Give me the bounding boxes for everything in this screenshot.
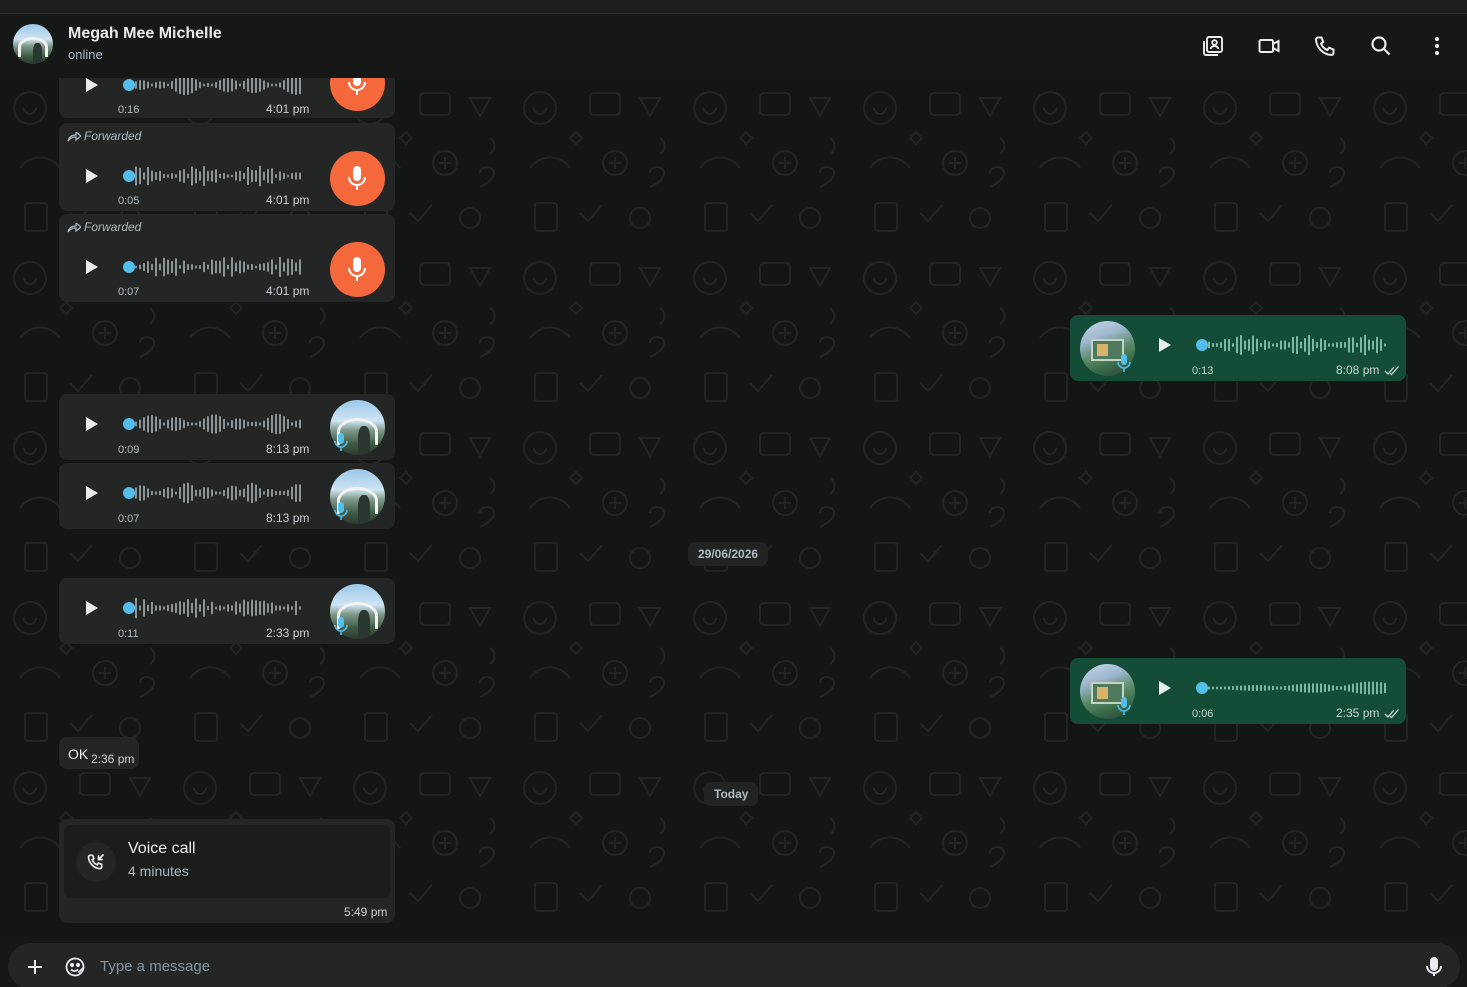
voice-duration: 0:07: [118, 513, 140, 525]
forwarded-text: Forwarded: [84, 129, 142, 143]
voice-message-outgoing[interactable]: 0:13 8:08 pm: [1070, 315, 1406, 381]
search-icon[interactable]: [1369, 34, 1393, 58]
voice-message-incoming[interactable]: 0:16 4:01 pm: [59, 78, 395, 118]
contact-gallery-icon[interactable]: [1201, 34, 1225, 58]
audio-waveform[interactable]: [135, 164, 305, 188]
playback-position-dot[interactable]: [123, 418, 135, 430]
playback-position-dot[interactable]: [1196, 339, 1208, 351]
message-list[interactable]: 0:16 4:01 pm Forwarded 0:05 4:01 pm Forw…: [0, 78, 1467, 938]
microphone-icon: [334, 617, 348, 635]
message-composer[interactable]: [8, 943, 1460, 987]
voice-note-mic-avatar: [330, 242, 385, 297]
play-icon[interactable]: [1154, 335, 1174, 355]
microphone-icon: [1117, 697, 1131, 715]
plus-icon[interactable]: [23, 955, 47, 979]
voice-message-incoming[interactable]: 0:09 8:13 pm: [59, 394, 395, 460]
sticker-icon[interactable]: [63, 955, 87, 979]
message-time: 8:13 pm: [266, 442, 310, 456]
text-message-incoming[interactable]: OK 2:36 pm: [59, 737, 139, 769]
play-icon[interactable]: [81, 598, 101, 618]
forwarded-icon: [67, 130, 82, 142]
forwarded-text: Forwarded: [84, 220, 142, 234]
date-separator: Today: [704, 782, 759, 806]
chat-header[interactable]: Megah Mee Michelle online: [0, 14, 1467, 78]
call-title: Voice call: [128, 840, 196, 857]
message-time: 2:33 pm: [266, 626, 310, 640]
forwarded-label: Forwarded: [67, 129, 141, 143]
message-input[interactable]: [100, 953, 1400, 979]
contact-status: online: [68, 47, 103, 62]
microphone-icon: [348, 166, 366, 190]
window-top-edge: [0, 0, 1467, 14]
message-time: 8:13 pm: [266, 511, 310, 525]
audio-waveform[interactable]: [1208, 676, 1388, 700]
microphone-icon: [334, 433, 348, 451]
playback-position-dot[interactable]: [123, 487, 135, 499]
double-check-icon: [1384, 366, 1399, 376]
double-check-icon: [1384, 709, 1399, 719]
microphone-icon: [1117, 354, 1131, 372]
playback-position-dot[interactable]: [1196, 682, 1208, 694]
audio-waveform[interactable]: [135, 596, 305, 620]
message-time: 4:01 pm: [266, 102, 310, 116]
voice-duration: 0:16: [118, 104, 140, 116]
forwarded-icon: [67, 221, 82, 233]
voice-duration: 0:07: [118, 286, 140, 298]
voice-duration: 0:05: [118, 195, 140, 207]
message-time: 4:01 pm: [266, 193, 310, 207]
call-log-message[interactable]: Voice call 4 minutes 5:49 pm: [59, 819, 395, 923]
voice-message-incoming[interactable]: 0:11 2:33 pm: [59, 578, 395, 644]
play-icon[interactable]: [81, 257, 101, 277]
microphone-icon: [348, 78, 366, 95]
audio-waveform[interactable]: [135, 481, 305, 505]
incoming-call-icon: [76, 842, 116, 882]
voice-note-mic-avatar: [330, 78, 385, 111]
play-icon[interactable]: [1154, 678, 1174, 698]
phone-icon[interactable]: [1313, 34, 1337, 58]
call-duration: 4 minutes: [128, 863, 189, 879]
play-icon[interactable]: [81, 78, 101, 95]
playback-position-dot[interactable]: [123, 170, 135, 182]
contact-name[interactable]: Megah Mee Michelle: [68, 25, 222, 43]
playback-position-dot[interactable]: [123, 261, 135, 273]
chat-app: Megah Mee Michelle online 0:16 4:01 pm F…: [0, 0, 1467, 987]
menu-dots-icon[interactable]: [1425, 34, 1449, 58]
voice-message-incoming[interactable]: 0:07 8:13 pm: [59, 463, 395, 529]
message-time: 2:35 pm: [1336, 706, 1380, 720]
play-icon[interactable]: [81, 483, 101, 503]
message-time: 4:01 pm: [266, 284, 310, 298]
message-time: 2:36 pm: [91, 752, 135, 766]
message-text: OK: [68, 746, 89, 762]
message-time: 8:08 pm: [1336, 363, 1380, 377]
call-card[interactable]: Voice call 4 minutes: [64, 825, 390, 898]
message-time: 5:49 pm: [344, 905, 388, 919]
voice-message-incoming[interactable]: Forwarded 0:07 4:01 pm: [59, 214, 395, 302]
voice-duration: 0:09: [118, 444, 140, 456]
voice-message-outgoing[interactable]: 0:06 2:35 pm: [1070, 658, 1406, 724]
video-call-icon[interactable]: [1257, 34, 1281, 58]
contact-avatar[interactable]: [13, 24, 53, 64]
playback-position-dot[interactable]: [123, 79, 135, 91]
playback-position-dot[interactable]: [123, 602, 135, 614]
forwarded-label: Forwarded: [67, 220, 141, 234]
microphone-icon: [334, 502, 348, 520]
voice-duration: 0:11: [118, 628, 139, 640]
microphone-icon: [348, 257, 366, 281]
play-icon[interactable]: [81, 414, 101, 434]
voice-message-incoming[interactable]: Forwarded 0:05 4:01 pm: [59, 123, 395, 211]
microphone-icon[interactable]: [1422, 955, 1446, 979]
play-icon[interactable]: [81, 166, 101, 186]
voice-note-mic-avatar: [330, 151, 385, 206]
voice-duration: 0:13: [1192, 365, 1214, 377]
audio-waveform[interactable]: [1208, 333, 1388, 357]
audio-waveform[interactable]: [135, 78, 305, 97]
audio-waveform[interactable]: [135, 412, 305, 436]
audio-waveform[interactable]: [135, 255, 305, 279]
date-separator: 29/06/2026: [688, 542, 769, 566]
voice-duration: 0:06: [1192, 708, 1214, 720]
